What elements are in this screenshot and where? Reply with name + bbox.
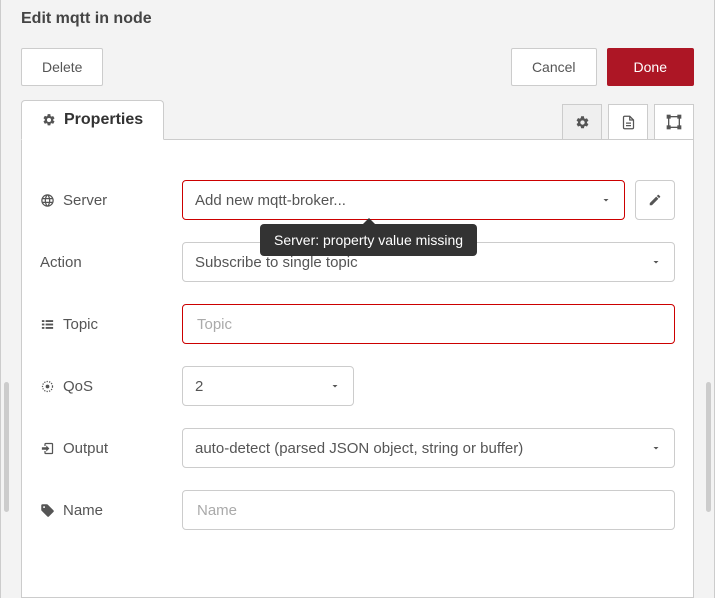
output-label: Output	[40, 440, 182, 457]
tabs-row: Properties	[1, 100, 714, 140]
name-input[interactable]	[195, 491, 662, 529]
topic-label: Topic	[40, 316, 182, 333]
action-row: Action Subscribe to single topic	[40, 242, 675, 282]
gear-icon	[42, 113, 56, 127]
server-select[interactable]: Add new mqtt-broker...	[182, 180, 625, 220]
gear-icon	[575, 115, 590, 130]
tab-properties-label: Properties	[64, 111, 143, 129]
panel-header: Edit mqtt in node	[1, 0, 714, 34]
delete-button[interactable]: Delete	[21, 48, 103, 86]
left-scroll-indicator	[4, 382, 9, 512]
qos-label: QoS	[40, 378, 182, 395]
pencil-icon	[648, 193, 662, 207]
chevron-down-icon	[329, 380, 341, 392]
action-label-text: Action	[40, 254, 82, 271]
tab-settings-icon[interactable]	[562, 104, 602, 140]
topic-row: Topic	[40, 304, 675, 344]
server-row: Server Add new mqtt-broker... Server: pr…	[40, 180, 675, 220]
qos-select-value: 2	[195, 378, 203, 395]
action-select-value: Subscribe to single topic	[195, 254, 358, 271]
output-select-value: auto-detect (parsed JSON object, string …	[195, 440, 523, 457]
qos-row: QoS 2	[40, 366, 675, 406]
server-select-value: Add new mqtt-broker...	[195, 192, 346, 209]
tab-properties[interactable]: Properties	[21, 100, 164, 140]
chevron-down-icon	[650, 442, 662, 454]
bounds-icon	[666, 114, 682, 130]
file-icon	[621, 115, 636, 130]
edit-panel: Edit mqtt in node Delete Cancel Done Pro…	[0, 0, 715, 598]
output-row: Output auto-detect (parsed JSON object, …	[40, 428, 675, 468]
chevron-down-icon	[600, 194, 612, 206]
list-icon	[40, 317, 55, 332]
qos-label-text: QoS	[63, 378, 93, 395]
output-select[interactable]: auto-detect (parsed JSON object, string …	[182, 428, 675, 468]
chevron-down-icon	[650, 256, 662, 268]
topic-input[interactable]	[195, 305, 662, 343]
right-scroll-indicator	[706, 382, 711, 512]
cancel-button[interactable]: Cancel	[511, 48, 597, 86]
name-row: Name	[40, 490, 675, 530]
topic-input-wrap	[182, 304, 675, 344]
globe-icon	[40, 193, 55, 208]
action-select[interactable]: Subscribe to single topic	[182, 242, 675, 282]
server-label: Server	[40, 192, 182, 209]
name-label: Name	[40, 502, 182, 519]
done-button[interactable]: Done	[607, 48, 694, 86]
topic-label-text: Topic	[63, 316, 98, 333]
name-label-text: Name	[63, 502, 103, 519]
tab-appearance-icon[interactable]	[654, 104, 694, 140]
name-input-wrap	[182, 490, 675, 530]
action-label: Action	[40, 254, 182, 271]
form-area: Server Add new mqtt-broker... Server: pr…	[21, 140, 694, 598]
server-label-text: Server	[63, 192, 107, 209]
edit-server-button[interactable]	[635, 180, 675, 220]
action-button-row: Delete Cancel Done	[1, 34, 714, 100]
sign-out-icon	[40, 441, 55, 456]
target-icon	[40, 379, 55, 394]
tab-description-icon[interactable]	[608, 104, 648, 140]
qos-select[interactable]: 2	[182, 366, 354, 406]
output-label-text: Output	[63, 440, 108, 457]
tag-icon	[40, 503, 55, 518]
panel-title: Edit mqtt in node	[21, 10, 694, 28]
